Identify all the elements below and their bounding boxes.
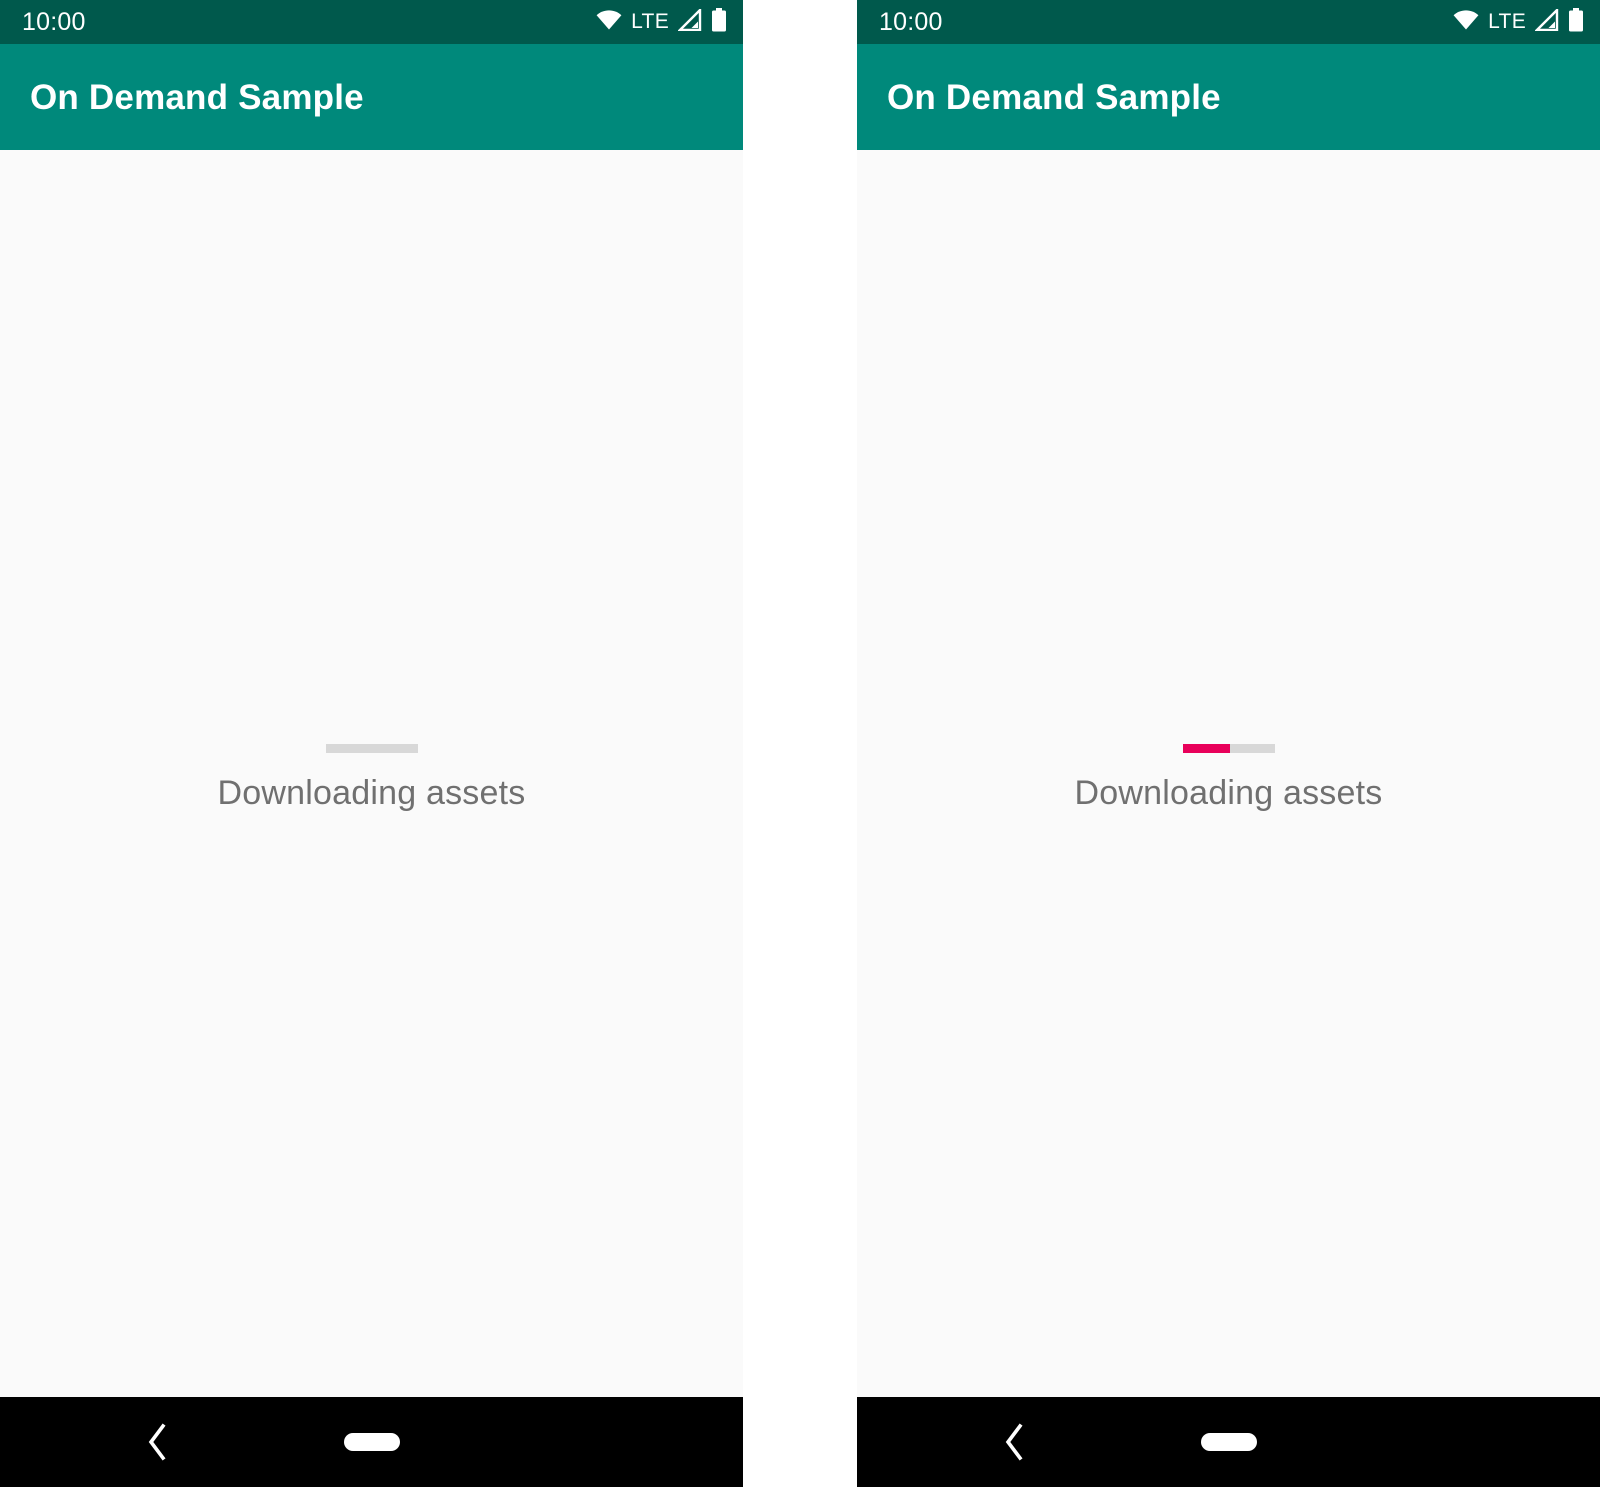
lte-label: LTE — [1488, 9, 1526, 33]
status-clock: 10:00 — [22, 8, 86, 36]
home-pill-icon[interactable] — [343, 1433, 400, 1451]
download-status-block: Downloading assets — [0, 744, 743, 814]
phone-screen-left: 10:00 LTE On Demand Sample Downloading a… — [0, 0, 743, 1487]
download-status-label: Downloading assets — [1074, 774, 1383, 812]
app-bar: On Demand Sample — [857, 44, 1600, 150]
status-icon-group: LTE — [596, 6, 727, 37]
download-status-block: Downloading assets — [857, 744, 1600, 814]
signal-icon — [677, 6, 702, 36]
home-pill-icon[interactable] — [1200, 1433, 1257, 1451]
back-icon[interactable] — [135, 1420, 179, 1464]
signal-icon — [1534, 6, 1559, 36]
download-progress-bar — [325, 744, 418, 753]
battery-icon — [711, 7, 727, 37]
status-icon-group: LTE — [1453, 6, 1584, 37]
status-clock: 10:00 — [879, 8, 943, 36]
main-content: Downloading assets — [0, 150, 743, 1397]
app-bar-title: On Demand Sample — [887, 77, 1221, 117]
wifi-icon — [596, 9, 622, 35]
status-bar: 10:00 LTE — [0, 0, 743, 44]
wifi-icon — [1453, 9, 1479, 35]
lte-label: LTE — [631, 9, 669, 33]
phone-screen-right: 10:00 LTE On Demand Sample Downloading a… — [857, 0, 1600, 1487]
download-status-label: Downloading assets — [217, 774, 526, 812]
system-navigation-bar — [857, 1397, 1600, 1487]
system-navigation-bar — [0, 1397, 743, 1487]
battery-icon — [1568, 7, 1584, 37]
main-content: Downloading assets — [857, 150, 1600, 1397]
back-icon[interactable] — [992, 1420, 1036, 1464]
screenshot-stage: 10:00 LTE On Demand Sample Downloading a… — [0, 0, 1600, 1487]
app-bar: On Demand Sample — [0, 44, 743, 150]
app-bar-title: On Demand Sample — [30, 77, 364, 117]
status-bar: 10:00 LTE — [857, 0, 1600, 44]
download-progress-fill — [1182, 744, 1231, 753]
download-progress-bar — [1182, 744, 1275, 753]
